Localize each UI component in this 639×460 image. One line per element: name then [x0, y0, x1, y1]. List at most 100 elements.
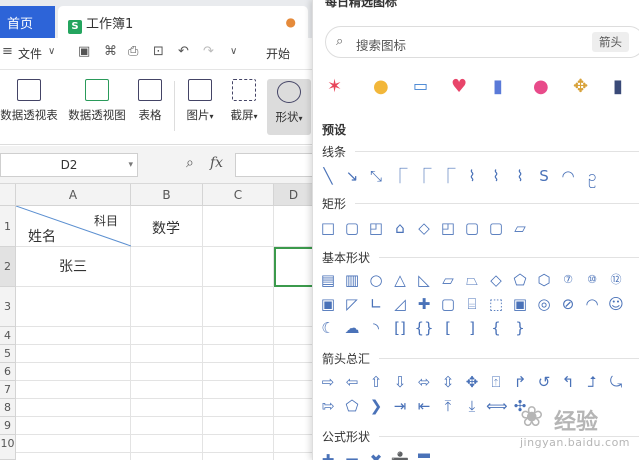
donut-icon[interactable]: ◎ — [534, 294, 554, 314]
moon-icon[interactable]: ☾ — [318, 318, 338, 338]
double-arrow-line-icon[interactable]: ⤡ — [366, 166, 386, 186]
chip-arrow[interactable]: 箭头 — [592, 32, 629, 52]
save-icon[interactable]: ▣ — [78, 44, 90, 59]
chart-icon[interactable]: ▭ — [413, 76, 428, 95]
left-right-arrow-callout-icon[interactable]: ⟺ — [486, 396, 508, 416]
cell-b1[interactable]: 数学 — [131, 206, 203, 247]
equal-icon[interactable]: 〓 — [414, 450, 434, 460]
cross-icon[interactable]: ✚ — [414, 294, 434, 314]
hexagon-icon[interactable]: ⬡ — [534, 270, 554, 290]
snip-same-side-rectangle-icon[interactable]: ⌂ — [390, 218, 410, 238]
phone-icon[interactable]: ▮ — [493, 76, 503, 97]
half-frame-icon[interactable]: ◸ — [342, 294, 362, 314]
right-bracket-icon[interactable]: ] — [462, 318, 482, 338]
up-arrow-icon[interactable]: ⇧ — [366, 372, 386, 392]
cell-c2[interactable] — [203, 247, 274, 287]
row-header-10[interactable]: 10 — [0, 435, 16, 460]
parallelogram-icon[interactable]: ▱ — [438, 270, 458, 290]
double-brace-icon[interactable]: {} — [414, 318, 434, 338]
row-header-5[interactable]: 5 — [0, 345, 16, 363]
plus-icon[interactable]: ✚ — [318, 450, 338, 460]
pentagon-icon[interactable]: ⬠ — [510, 270, 530, 290]
row-header-4[interactable]: 4 — [0, 327, 16, 345]
picture-button[interactable]: 图片▾ — [180, 79, 220, 123]
rounded-rectangle-icon[interactable]: ▢ — [342, 218, 362, 238]
curved-arrow-icon[interactable]: ⌇ — [486, 166, 506, 186]
selected-cell-d2[interactable] — [274, 247, 314, 287]
export-icon[interactable]: ⌘ — [104, 44, 117, 59]
left-up-arrow-icon[interactable]: ↰ — [558, 372, 578, 392]
triangle-icon[interactable]: △ — [390, 270, 410, 290]
left-right-arrow-icon[interactable]: ⬄ — [414, 372, 434, 392]
left-arrow-callout-icon[interactable]: ⇤ — [414, 396, 434, 416]
left-right-up-arrow-icon[interactable]: ⍐ — [486, 372, 506, 392]
arc-icon[interactable]: ◝ — [366, 318, 386, 338]
row-header-8[interactable]: 8 — [0, 399, 16, 417]
bulb-icon[interactable]: ● — [373, 76, 389, 97]
redo-icon[interactable]: ↷ — [203, 44, 214, 59]
column-header-c[interactable]: C — [203, 184, 274, 206]
function-icon[interactable]: fx — [210, 155, 223, 171]
firework-icon[interactable]: ✶ — [327, 76, 342, 97]
cell-a1[interactable]: 科目 姓名 — [16, 206, 131, 247]
double-bracket-icon[interactable]: [] — [390, 318, 410, 338]
pivot-table-button[interactable]: 数据透视表 — [0, 79, 58, 123]
snip-round-rectangle-icon[interactable]: ◰ — [438, 218, 458, 238]
print-icon[interactable]: ⎙ — [128, 44, 138, 59]
multiply-icon[interactable]: ✖ — [366, 450, 386, 460]
oval-icon[interactable]: ○ — [366, 270, 386, 290]
cell-c1[interactable] — [203, 206, 274, 247]
tab-home[interactable]: 首页 — [0, 6, 55, 38]
curved-connector-icon[interactable]: ⌇ — [462, 166, 482, 186]
can-icon[interactable]: ⌸ — [462, 294, 482, 314]
cell-d1[interactable] — [274, 206, 314, 247]
row-header-6[interactable]: 6 — [0, 363, 16, 381]
chevron-down-icon[interactable]: ∨ — [48, 46, 55, 57]
plaque-icon[interactable]: ▢ — [438, 294, 458, 314]
snip-corner-rectangle-icon[interactable]: ◰ — [366, 218, 386, 238]
ornament-icon[interactable]: ✥ — [573, 76, 588, 97]
folded-corner-icon[interactable]: ☺ — [606, 294, 626, 314]
bent-arrow-icon[interactable]: ↱ — [510, 372, 530, 392]
dodecagon-icon[interactable]: ⑫ — [606, 270, 626, 290]
frame-icon[interactable]: ▣ — [318, 294, 338, 314]
column-header-b[interactable]: B — [131, 184, 203, 206]
row-header-9[interactable]: 9 — [0, 417, 16, 435]
elbow-double-arrow-icon[interactable]: ⎾ — [438, 166, 458, 186]
pentagon-arrow-icon[interactable]: ⬠ — [342, 396, 362, 416]
curve-icon[interactable]: S — [534, 166, 554, 186]
tab-workbook[interactable]: S 工作簿1 ● — [58, 6, 308, 38]
cell-c3[interactable] — [203, 287, 274, 327]
empty-cell-area[interactable] — [16, 327, 314, 460]
menu-icon[interactable]: ≡ — [2, 44, 13, 59]
no-symbol-icon[interactable]: ⊘ — [558, 294, 578, 314]
diamond-icon[interactable]: ◇ — [486, 270, 506, 290]
freeform-icon[interactable]: ◠ — [558, 166, 578, 186]
right-arrow-callout-icon[interactable]: ⇥ — [390, 396, 410, 416]
row-header-7[interactable]: 7 — [0, 381, 16, 399]
l-shape-icon[interactable]: ∟ — [366, 294, 386, 314]
decagon-icon[interactable]: ⑩ — [582, 270, 602, 290]
lock-icon[interactable]: ● — [533, 76, 549, 97]
heart-icon[interactable]: ♥ — [451, 76, 467, 97]
divide-icon[interactable]: ➗ — [390, 450, 410, 460]
cell-d3[interactable] — [274, 287, 314, 327]
u-turn-arrow-icon[interactable]: ↺ — [534, 372, 554, 392]
column-header-a[interactable]: A — [16, 184, 131, 206]
row-header-2[interactable]: 2 — [0, 247, 16, 287]
pivot-chart-button[interactable]: 数据透视图 — [66, 79, 128, 123]
bent-up-arrow-icon[interactable]: ⮥ — [582, 372, 602, 392]
up-arrow-callout-icon[interactable]: ⤒ — [438, 396, 458, 416]
more-chevron-icon[interactable]: ∨ — [230, 46, 237, 57]
rectangle-icon[interactable]: □ — [318, 218, 338, 238]
left-bracket-icon[interactable]: [ — [438, 318, 458, 338]
right-brace-icon[interactable]: } — [510, 318, 530, 338]
cell-b3[interactable] — [131, 287, 203, 327]
undo-icon[interactable]: ↶ — [178, 44, 189, 59]
book-icon[interactable]: ▮ — [613, 76, 623, 97]
elbow-arrow-icon[interactable]: ⎾ — [414, 166, 434, 186]
preview-icon[interactable]: ⊡ — [153, 44, 164, 59]
cell-a2[interactable]: 张三 — [16, 247, 131, 287]
screenshot-button[interactable]: 截屏▾ — [224, 79, 264, 123]
column-header-d[interactable]: D — [274, 184, 314, 206]
